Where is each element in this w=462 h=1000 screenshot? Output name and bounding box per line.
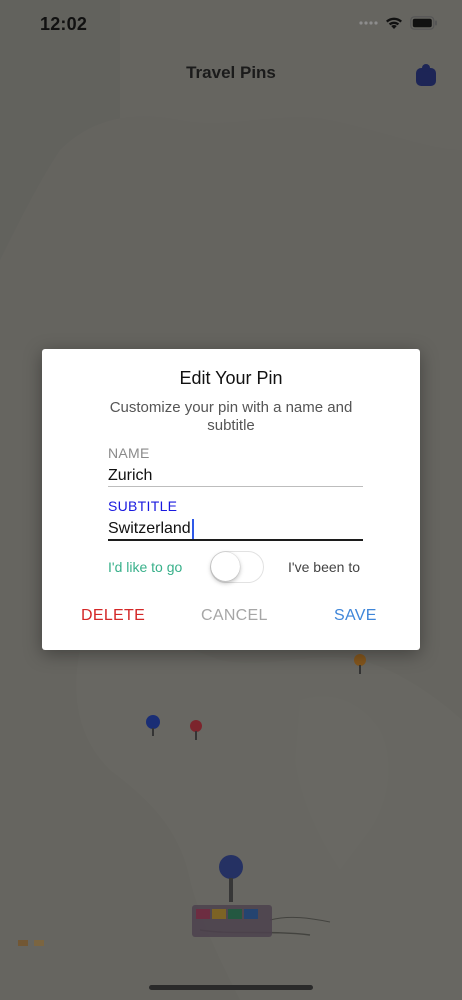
toggle-knob[interactable] (211, 552, 240, 581)
status-icons (358, 16, 438, 30)
battery-icon (410, 16, 437, 30)
status-time: 12:02 (40, 14, 88, 34)
name-input-value: Zurich (108, 467, 153, 484)
subtitle-field-underline (108, 539, 363, 541)
dialog-actions: DELETE CANCEL SAVE (42, 607, 420, 629)
visited-toggle-switch[interactable] (210, 551, 264, 583)
dialog-message: Customize your pin with a name and subti… (109, 399, 353, 434)
wifi-icon (386, 17, 402, 29)
app-screen: Travel Pins 12:02 Edit Your Pin Customiz… (0, 0, 462, 1000)
save-button[interactable]: SAVE (334, 607, 377, 625)
visited-toggle-row: I'd like to go I've been to (108, 549, 363, 585)
toggle-right-label: I've been to (288, 559, 360, 575)
subtitle-input[interactable]: Switzerland (108, 519, 363, 539)
signal-icon (359, 21, 378, 25)
dialog-title: Edit Your Pin (179, 368, 283, 388)
name-field-label: NAME (108, 445, 150, 461)
subtitle-input-value: Switzerland (108, 520, 191, 537)
name-field-underline (108, 486, 363, 487)
text-cursor (191, 519, 194, 539)
home-indicator[interactable] (149, 985, 313, 990)
name-field[interactable]: NAME Zurich (108, 445, 363, 489)
delete-button[interactable]: DELETE (81, 607, 145, 625)
status-bar: 12:02 (0, 0, 462, 50)
edit-pin-dialog: Edit Your Pin Customize your pin with a … (42, 349, 420, 650)
subtitle-field[interactable]: SUBTITLE Switzerland (108, 498, 363, 542)
name-input[interactable]: Zurich (108, 466, 363, 486)
subtitle-field-label: SUBTITLE (108, 498, 178, 514)
cancel-button[interactable]: CANCEL (201, 607, 268, 625)
toggle-left-label: I'd like to go (108, 559, 183, 575)
